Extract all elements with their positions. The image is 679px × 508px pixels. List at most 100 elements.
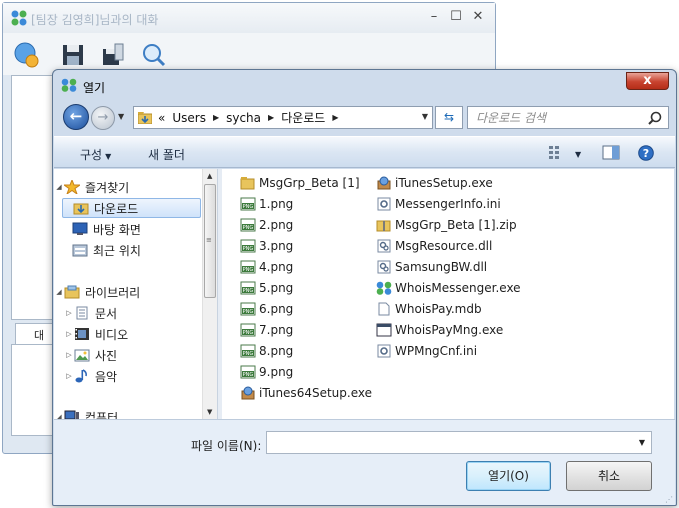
- expand-triangle-icon[interactable]: ▷: [64, 330, 74, 338]
- nav-item-documents[interactable]: ▷ 문서: [64, 303, 212, 323]
- file-name: 5.png: [259, 281, 294, 295]
- recent-locations-dropdown-icon[interactable]: ▼: [118, 112, 124, 121]
- star-icon: [64, 180, 80, 194]
- address-overflow[interactable]: «: [158, 111, 165, 125]
- svg-text:PNG: PNG: [243, 288, 254, 294]
- navigation-scrollbar[interactable]: ▲ ≡ ▼: [202, 169, 217, 419]
- crumb-sycha[interactable]: sycha: [226, 111, 261, 125]
- file-item-whoispaymng-exe[interactable]: WhoisPayMng.exe: [376, 320, 503, 340]
- change-view-icon[interactable]: [548, 145, 564, 159]
- nav-item-music[interactable]: ▷ 음악: [64, 366, 212, 386]
- resize-grip-icon[interactable]: ⋰: [665, 496, 673, 504]
- dll-file-icon: [377, 239, 391, 253]
- pictures-icon: [74, 349, 90, 362]
- search-box[interactable]: [467, 106, 669, 129]
- nav-libraries[interactable]: ◢ 라이브러리: [54, 282, 202, 302]
- crumb-separator-icon[interactable]: ▶: [332, 113, 338, 122]
- file-name: MessengerInfo.ini: [395, 197, 501, 211]
- file-item-9-png[interactable]: PNG 9.png: [240, 362, 293, 382]
- file-name: MsgGrp_Beta [1]: [259, 176, 360, 190]
- nav-favorites-label: 즐겨찾기: [85, 180, 130, 195]
- scroll-down-arrow-icon[interactable]: ▼: [207, 408, 212, 416]
- expand-triangle-icon[interactable]: ▷: [64, 372, 74, 380]
- cancel-button[interactable]: 취소: [566, 461, 652, 491]
- nav-computer[interactable]: ◢ 컴퓨터: [54, 407, 202, 419]
- minimize-icon[interactable]: –: [427, 9, 441, 25]
- file-name: 2.png: [259, 218, 294, 232]
- address-dropdown-icon[interactable]: ▼: [422, 112, 428, 121]
- file-item-5-png[interactable]: PNG 5.png: [240, 278, 293, 298]
- chevron-down-icon: ▼: [105, 152, 112, 161]
- preview-pane-icon[interactable]: [602, 145, 620, 160]
- messenger-app-icon: [376, 281, 392, 295]
- save-as-icon[interactable]: [99, 41, 127, 69]
- maximize-icon[interactable]: ☐: [449, 9, 463, 25]
- file-name: MsgResource.dll: [395, 239, 493, 253]
- file-item-itunes64setup-exe[interactable]: iTunes64Setup.exe: [240, 383, 372, 403]
- help-icon[interactable]: ?: [638, 145, 654, 161]
- file-item-2-png[interactable]: PNG 2.png: [240, 215, 293, 235]
- dialog-titlebar: 열기 x: [53, 70, 676, 100]
- organize-menu[interactable]: 구성 ▼: [80, 146, 111, 163]
- crumb-separator-icon[interactable]: ▶: [268, 113, 274, 122]
- file-item-msggrp-beta-folder[interactable]: MsgGrp_Beta [1]: [240, 173, 360, 193]
- refresh-button[interactable]: ⇆: [435, 106, 463, 129]
- file-item-8-png[interactable]: PNG 8.png: [240, 341, 293, 361]
- settings-file-icon: [377, 197, 391, 211]
- collapse-triangle-icon[interactable]: ◢: [54, 183, 64, 191]
- scroll-up-arrow-icon[interactable]: ▲: [207, 172, 212, 180]
- dialog-close-button[interactable]: x: [626, 72, 669, 90]
- filename-input[interactable]: ▼: [266, 431, 652, 454]
- crumb-separator-icon[interactable]: ▶: [213, 113, 219, 122]
- expand-triangle-icon[interactable]: ▷: [64, 309, 74, 317]
- back-button[interactable]: ←: [63, 104, 89, 130]
- nav-item-recent-places-label: 최근 위치: [93, 243, 141, 258]
- nav-item-desktop[interactable]: 바탕 화면: [62, 219, 210, 239]
- address-bar[interactable]: « Users ▶ sycha ▶ 다운로드 ▶ ▼: [133, 106, 433, 129]
- file-item-7-png[interactable]: PNG 7.png: [240, 320, 293, 340]
- dll-file-icon: [377, 260, 391, 274]
- svg-text:PNG: PNG: [243, 330, 254, 336]
- file-item-samsungbw-dll[interactable]: SamsungBW.dll: [376, 257, 487, 277]
- png-file-icon: PNG: [240, 323, 256, 337]
- png-file-icon: PNG: [240, 344, 256, 358]
- png-file-icon: PNG: [240, 302, 256, 316]
- file-item-6-png[interactable]: PNG 6.png: [240, 299, 293, 319]
- file-item-whoispay-mdb[interactable]: WhoisPay.mdb: [376, 299, 482, 319]
- nav-item-recent-places[interactable]: 최근 위치: [62, 240, 210, 260]
- expand-triangle-icon[interactable]: ▷: [64, 351, 74, 359]
- new-folder-button[interactable]: 새 폴더: [148, 146, 185, 163]
- collapse-triangle-icon[interactable]: ◢: [54, 288, 64, 296]
- forward-button[interactable]: →: [91, 106, 115, 130]
- close-icon[interactable]: ✕: [471, 9, 485, 25]
- file-item-1-png[interactable]: PNG 1.png: [240, 194, 293, 214]
- png-file-icon: PNG: [240, 218, 256, 232]
- file-item-3-png[interactable]: PNG 3.png: [240, 236, 293, 256]
- search-input[interactable]: [476, 110, 646, 126]
- file-item-wpmngcnf-ini[interactable]: WPMngCnf.ini: [376, 341, 477, 361]
- nav-favorites[interactable]: ◢ 즐겨찾기: [54, 177, 202, 197]
- crumb-downloads[interactable]: 다운로드: [281, 109, 325, 126]
- file-item-msggrp-beta-zip[interactable]: MsgGrp_Beta [1].zip: [376, 215, 517, 235]
- file-item-msgresource-dll[interactable]: MsgResource.dll: [376, 236, 492, 256]
- file-item-messengerinfo-ini[interactable]: MessengerInfo.ini: [376, 194, 501, 214]
- search-history-icon[interactable]: [139, 41, 167, 69]
- computer-icon: [64, 410, 79, 419]
- file-item-4-png[interactable]: PNG 4.png: [240, 257, 293, 277]
- nav-item-downloads[interactable]: 다운로드: [62, 198, 201, 218]
- save-icon[interactable]: [59, 41, 87, 69]
- search-icon[interactable]: [648, 111, 662, 125]
- nav-item-pictures[interactable]: ▷ 사진: [64, 345, 212, 365]
- file-item-itunessetup-exe[interactable]: iTunesSetup.exe: [376, 173, 493, 193]
- file-item-whoismessenger-exe[interactable]: WhoisMessenger.exe: [376, 278, 521, 298]
- view-options-dropdown-icon[interactable]: ▼: [572, 146, 581, 160]
- crumb-users[interactable]: Users: [172, 111, 206, 125]
- open-button[interactable]: 열기(O): [466, 461, 551, 491]
- scroll-grip-icon: ≡: [206, 236, 212, 244]
- organize-label: 구성: [80, 148, 103, 162]
- nav-item-videos[interactable]: ▷ 비디오: [64, 324, 212, 344]
- invite-contact-icon[interactable]: [13, 41, 41, 69]
- chevron-down-icon[interactable]: ▼: [639, 438, 645, 447]
- svg-text:PNG: PNG: [243, 204, 254, 210]
- desktop-icon: [72, 222, 88, 235]
